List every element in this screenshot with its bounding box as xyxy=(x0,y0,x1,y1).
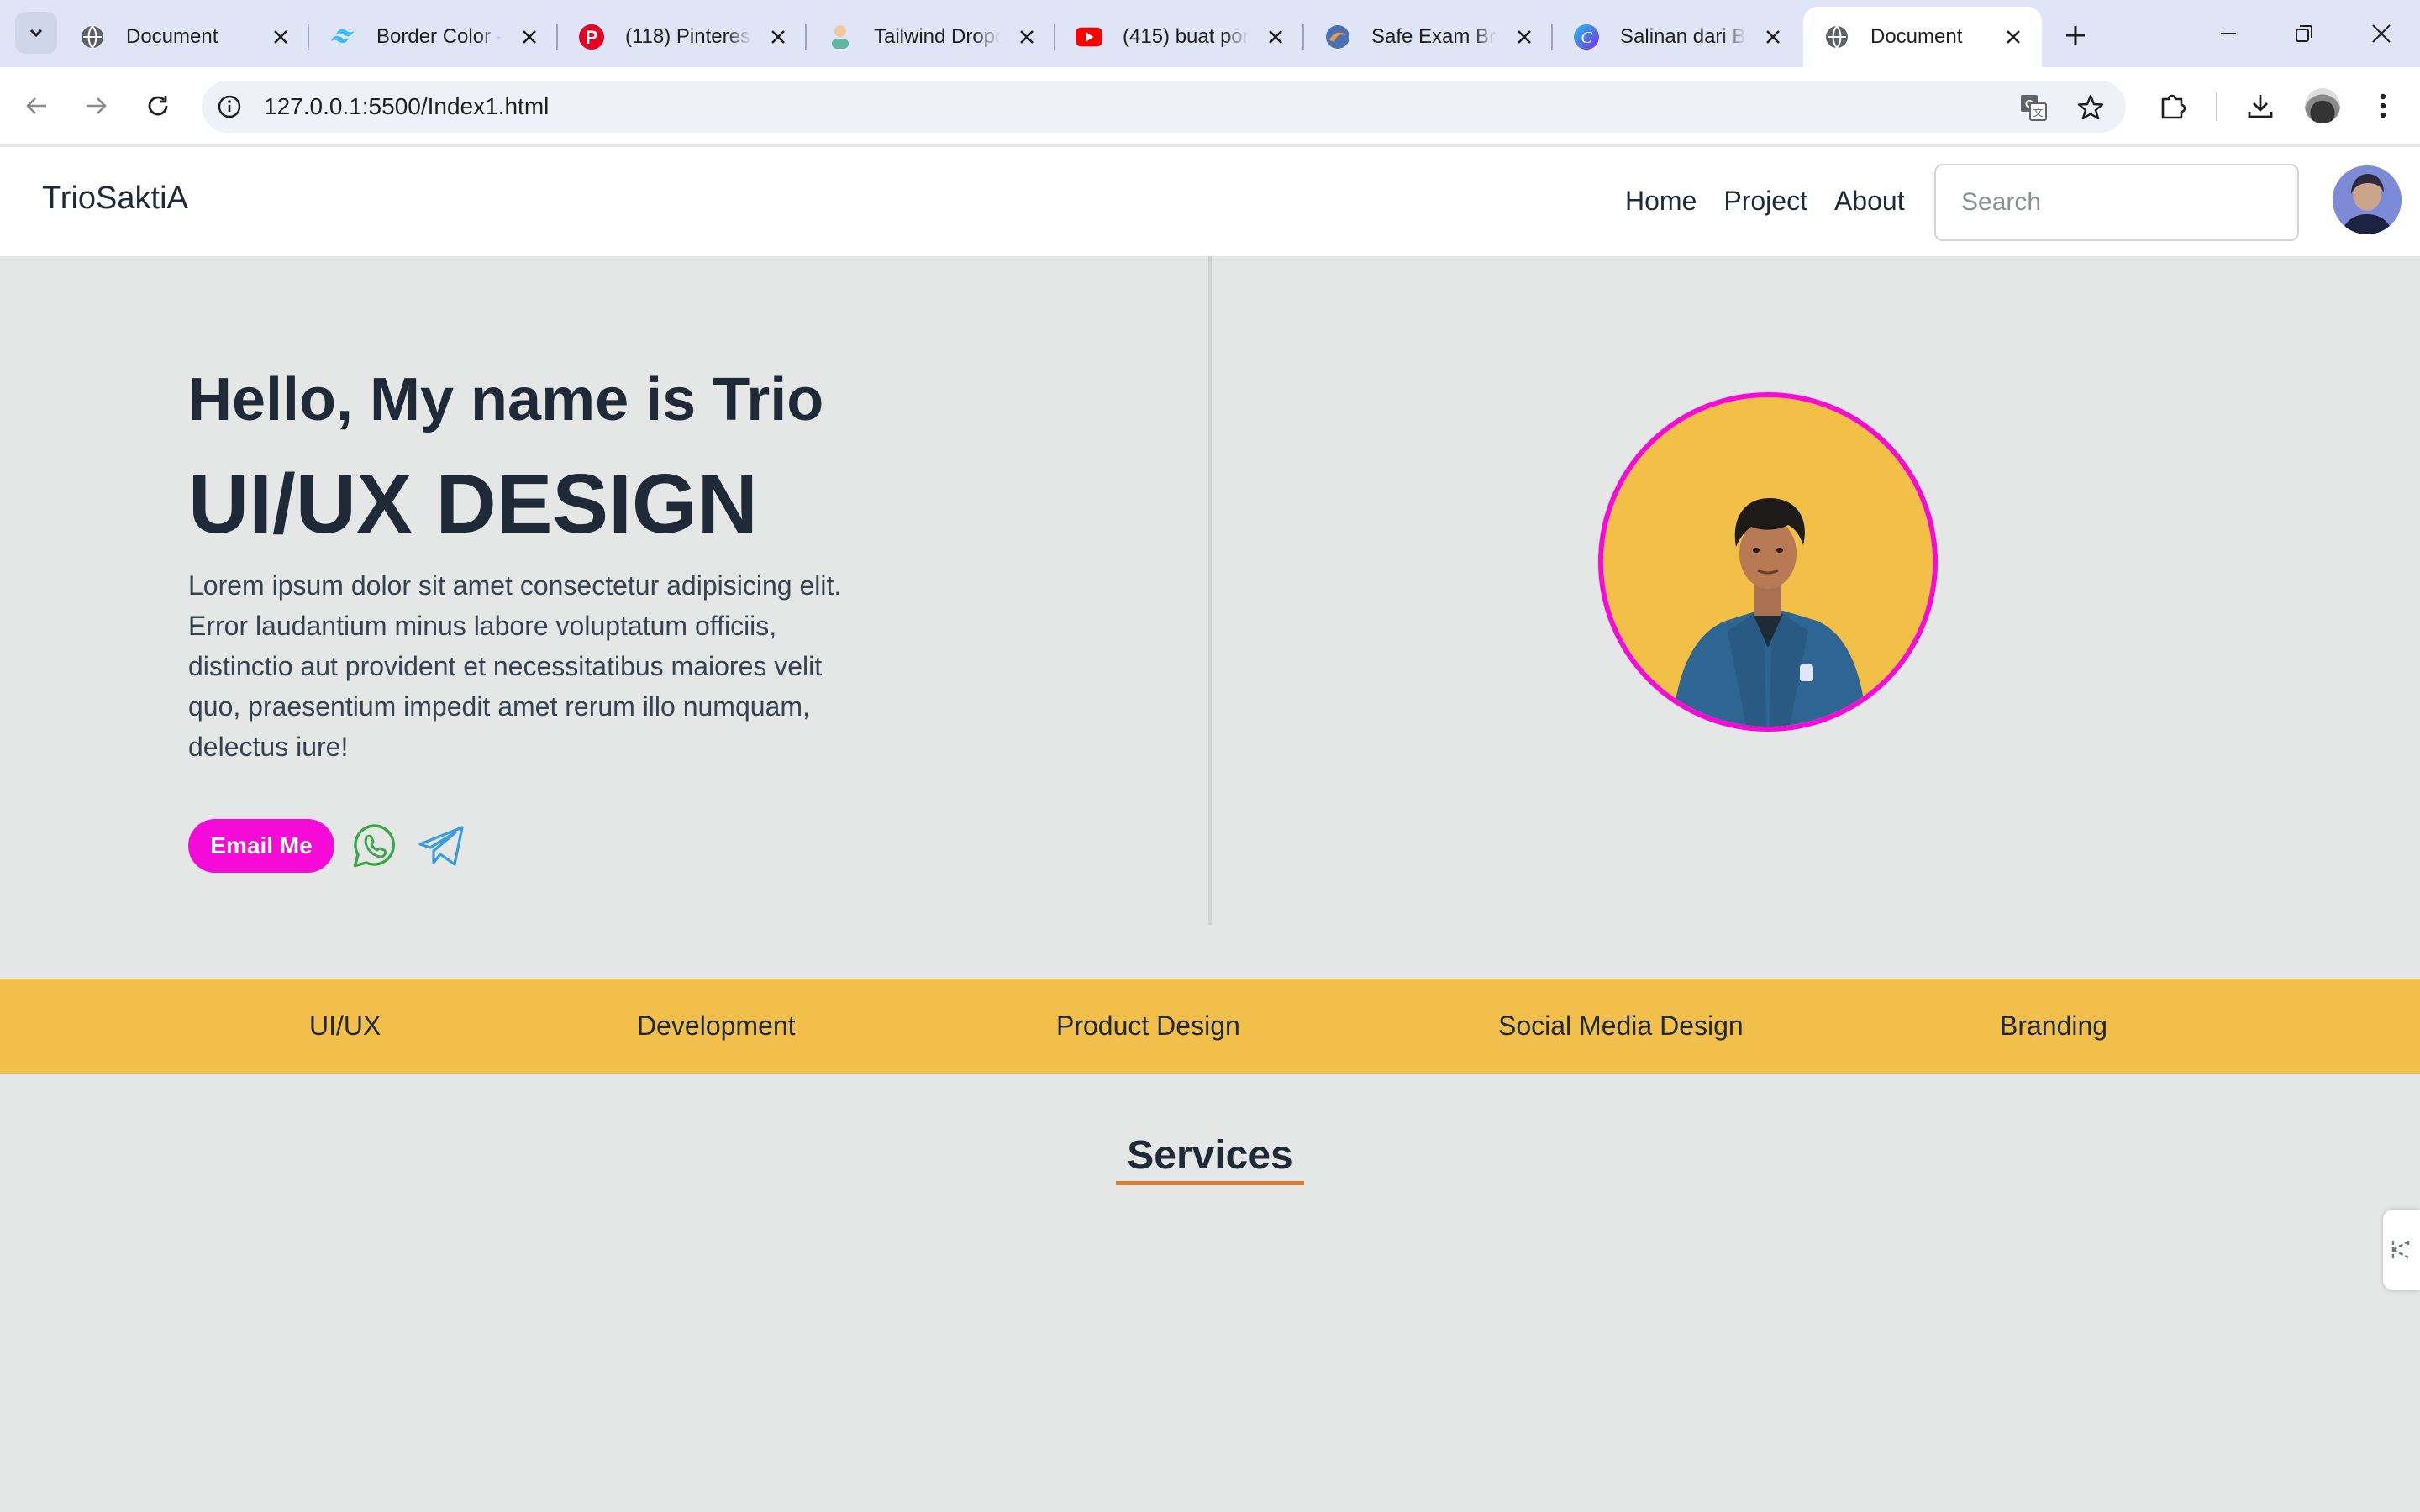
seb-icon xyxy=(1324,24,1351,50)
hero-greeting: Hello, My name is Trio xyxy=(188,366,824,433)
browser-tab[interactable]: Safe Exam Browser xyxy=(1304,7,1553,67)
browser-tab[interactable]: P (118) Pinterest xyxy=(558,7,807,67)
plus-icon xyxy=(2066,26,2085,45)
close-tab-icon[interactable] xyxy=(1511,24,1538,50)
download-icon xyxy=(2248,95,2273,118)
more-vertical-icon xyxy=(2380,93,2386,118)
close-tab-icon[interactable] xyxy=(1262,24,1289,50)
chevron-down-icon xyxy=(29,29,43,38)
youtube-icon xyxy=(1076,24,1102,50)
skill-item: Development xyxy=(637,1011,796,1041)
translate-icon[interactable]: G文 xyxy=(2017,91,2050,124)
services-title: Services xyxy=(1127,1133,1293,1178)
nav-links: Home Project About xyxy=(1625,186,1905,217)
services-section: Services xyxy=(0,1074,2420,1512)
restore-icon xyxy=(2296,25,2312,42)
close-tab-icon[interactable] xyxy=(267,24,294,50)
hero-role: UI/UX DESIGN xyxy=(188,457,758,551)
browser-tab-active[interactable]: Document xyxy=(1803,7,2042,67)
side-panel-handle[interactable] xyxy=(2383,1210,2420,1290)
browser-tab[interactable]: Border Color - Tailwind CSS xyxy=(309,7,558,67)
reload-icon xyxy=(148,96,168,116)
close-tab-icon[interactable] xyxy=(1760,24,1786,50)
canva-icon: C xyxy=(1573,24,1600,50)
arrow-left-icon xyxy=(26,97,46,114)
skill-item: Branding xyxy=(2000,1011,2108,1041)
restore-button[interactable] xyxy=(2281,12,2328,55)
tab-title: Document xyxy=(1870,25,1963,48)
bookmark-star-icon[interactable] xyxy=(2074,91,2107,124)
svg-text:P: P xyxy=(586,27,598,48)
tab-search-button[interactable] xyxy=(15,12,57,54)
browser-tab[interactable]: Document xyxy=(59,7,309,67)
user-avatar[interactable] xyxy=(2333,165,2402,234)
extensions-button[interactable] xyxy=(2153,86,2193,126)
hero-section: Hello, My name is Trio UI/UX DESIGN Lore… xyxy=(0,256,2420,979)
toolbar-divider xyxy=(2216,92,2217,121)
downloads-button[interactable] xyxy=(2240,86,2281,126)
site-info-icon[interactable] xyxy=(213,91,245,123)
forward-button[interactable] xyxy=(76,86,116,126)
tab-title: Salinan dari B xyxy=(1620,25,1746,48)
tab-title: (415) buat portfolio xyxy=(1123,25,1249,48)
search-input[interactable] xyxy=(1934,164,2299,241)
skills-band: UI/UX Development Product Design Social … xyxy=(0,979,2420,1074)
address-url[interactable]: 127.0.0.1:5500/Index1.html xyxy=(264,93,549,120)
close-tab-icon[interactable] xyxy=(2000,24,2027,50)
minimize-icon xyxy=(2221,33,2236,34)
side-panel-icon xyxy=(2391,1241,2410,1259)
globe-icon xyxy=(1823,24,1850,50)
tab-title: (118) Pinterest xyxy=(625,25,751,48)
nav-link-project[interactable]: Project xyxy=(1723,186,1807,217)
skill-item: UI/UX xyxy=(309,1011,381,1041)
browser-tab-strip: Document Border Color - Tailwind CSS P (… xyxy=(0,0,2420,67)
address-bar[interactable]: 127.0.0.1:5500/Index1.html G文 xyxy=(202,81,2126,133)
browser-tab[interactable]: C Salinan dari B xyxy=(1553,7,1802,67)
globe-icon xyxy=(79,24,106,50)
reload-button[interactable] xyxy=(138,86,178,126)
close-icon xyxy=(2372,24,2391,43)
close-tab-icon[interactable] xyxy=(516,24,543,50)
browser-tab[interactable]: Tailwind Dropdowns xyxy=(807,7,1055,67)
browser-toolbar: 127.0.0.1:5500/Index1.html G文 xyxy=(0,67,2420,145)
tailwind-icon xyxy=(329,24,356,50)
site-navbar: TrioSaktiA Home Project About xyxy=(0,147,2420,256)
browser-menu-button[interactable] xyxy=(2363,86,2403,126)
close-tab-icon[interactable] xyxy=(765,24,792,50)
profile-avatar xyxy=(2305,88,2340,123)
close-window-button[interactable] xyxy=(2358,12,2405,55)
skill-item: Product Design xyxy=(1056,1011,1240,1041)
profile-button[interactable] xyxy=(2302,86,2343,126)
tab-title: Document xyxy=(126,25,218,48)
hero-description: Lorem ipsum dolor sit amet consectetur a… xyxy=(188,570,842,762)
tab-title: Border Color - Tailwind CSS xyxy=(376,25,502,48)
whatsapp-icon[interactable] xyxy=(351,822,398,869)
close-tab-icon[interactable] xyxy=(1013,24,1040,50)
profile-photo xyxy=(1598,392,1938,732)
person-icon xyxy=(827,24,854,50)
back-button[interactable] xyxy=(17,86,57,126)
telegram-icon[interactable] xyxy=(417,822,466,869)
new-tab-button[interactable] xyxy=(2057,17,2094,54)
tab-title: Tailwind Dropdowns xyxy=(874,25,1000,48)
svg-text:C: C xyxy=(1581,29,1592,47)
svg-text:文: 文 xyxy=(2033,106,2043,118)
email-me-button[interactable]: Email Me xyxy=(188,819,334,873)
browser-tab[interactable]: (415) buat portfolio xyxy=(1055,7,1304,67)
tab-title: Safe Exam Browser xyxy=(1371,25,1497,48)
pinterest-icon: P xyxy=(578,24,605,50)
arrow-right-icon xyxy=(87,97,107,114)
services-title-underline xyxy=(1116,1181,1304,1185)
minimize-button[interactable] xyxy=(2205,12,2252,55)
puzzle-icon xyxy=(2161,94,2186,119)
nav-link-about[interactable]: About xyxy=(1834,186,1905,217)
brand-logo[interactable]: TrioSaktiA xyxy=(42,181,188,217)
nav-link-home[interactable]: Home xyxy=(1625,186,1697,217)
hero-divider xyxy=(1208,256,1212,925)
skill-item: Social Media Design xyxy=(1498,1011,1744,1041)
